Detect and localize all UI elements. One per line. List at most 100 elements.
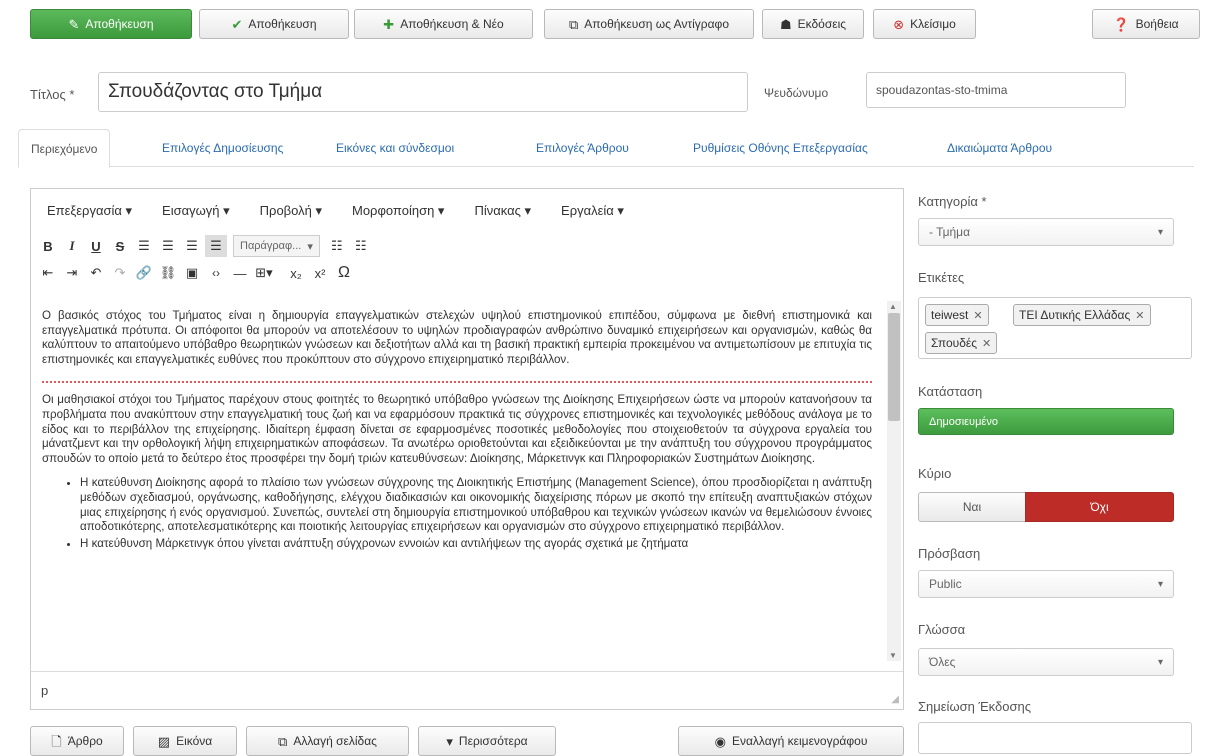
help-label: Βοήθεια: [1135, 17, 1179, 31]
special-character-icon[interactable]: Ω: [333, 262, 355, 284]
file-icon: 🗋: [51, 733, 62, 749]
title-input[interactable]: Σπουδάζοντας στο Τμήμα: [98, 72, 748, 112]
tags-field[interactable]: teiwest ✕ ΤΕΙ Δυτικής Ελλάδας ✕ Σπουδές ✕: [918, 297, 1192, 359]
language-value: Όλες: [929, 655, 956, 669]
remove-tag-icon[interactable]: ✕: [1135, 309, 1144, 322]
redo-icon[interactable]: ↷: [109, 262, 131, 284]
content-list: Η κατεύθυνση Διοίκησης αφορά το πλαίσιο …: [42, 476, 872, 551]
align-center-icon[interactable]: ☰: [157, 235, 179, 257]
image-icon[interactable]: ▣: [181, 262, 203, 284]
status-value: Δημοσιευμένο: [929, 415, 998, 428]
tab-article-options-label: Επιλογές Άρθρου: [536, 141, 629, 155]
save-edit-label: Αποθήκευση: [85, 17, 154, 31]
align-right-icon[interactable]: ☰: [181, 235, 203, 257]
tab-content[interactable]: Περιεχόμενο: [18, 129, 111, 168]
format-select[interactable]: Παράγραφ... ▾: [233, 235, 320, 257]
save-edit-button[interactable]: ✎ Αποθήκευση: [30, 9, 192, 39]
tab-permissions[interactable]: Δικαιώματα Άρθρου: [935, 129, 1064, 167]
versions-button[interactable]: ☗ Εκδόσεις: [762, 9, 864, 39]
tab-bar: Περιεχόμενο Επιλογές Δημοσίευσης Εικόνες…: [18, 129, 1194, 168]
tab-images-links[interactable]: Εικόνες και σύνδεσμοι: [324, 129, 466, 167]
subscript-icon[interactable]: x₂: [285, 262, 307, 284]
underline-icon[interactable]: U: [85, 235, 107, 257]
eye-icon: ◉: [714, 733, 726, 749]
alias-input[interactable]: spoudazontas-sto-tmima: [866, 72, 1126, 108]
indent-icon[interactable]: ⇥: [61, 262, 83, 284]
menu-view[interactable]: Προβολή ▾: [260, 203, 322, 219]
save-new-button[interactable]: ✚ Αποθήκευση & Νέο: [354, 9, 533, 39]
tab-publishing[interactable]: Επιλογές Δημοσίευσης: [150, 129, 295, 167]
editor-content[interactable]: Ο βασικός στόχος του Τμήματος είναι η δη…: [32, 299, 884, 659]
toggle-editor-button[interactable]: ◉ Εναλλαγή κειμενογράφου: [678, 726, 904, 756]
menu-format[interactable]: Μορφοποίηση ▾: [352, 203, 444, 219]
tag-chip[interactable]: ΤΕΙ Δυτικής Ελλάδας ✕: [1013, 304, 1151, 326]
editor-scrollbar[interactable]: ▲ ▼: [887, 301, 901, 661]
tab-article-options[interactable]: Επιλογές Άρθρου: [524, 129, 641, 167]
numbered-list-icon[interactable]: ☷: [350, 235, 372, 257]
access-select[interactable]: Public ▾: [918, 570, 1174, 598]
element-path[interactable]: p: [41, 683, 48, 698]
access-value: Public: [929, 577, 962, 591]
code-icon[interactable]: ‹›: [205, 262, 227, 284]
menu-tools[interactable]: Εργαλεία ▾: [561, 203, 624, 219]
status-label: Κατάσταση: [918, 384, 983, 399]
help-icon: ❓: [1113, 16, 1130, 32]
resize-handle-icon[interactable]: ◢: [891, 694, 899, 705]
featured-no-toggle[interactable]: Όχι: [1025, 492, 1174, 522]
align-left-icon[interactable]: ☰: [133, 235, 155, 257]
chevron-down-icon: ▾: [307, 240, 313, 253]
pagebreak-button[interactable]: ⧉ Αλλαγή σελίδας: [246, 726, 409, 756]
align-justify-icon[interactable]: ☰: [205, 235, 227, 257]
bullet-list-icon[interactable]: ☷: [326, 235, 348, 257]
undo-icon[interactable]: ↶: [85, 262, 107, 284]
more-button[interactable]: ▾ Περισσότερα: [418, 726, 556, 756]
title-value: Σπουδάζοντας στο Τμήμα: [108, 81, 323, 102]
tab-editing-screen[interactable]: Ρυθμίσεις Οθόνης Επεξεργασίας: [681, 129, 880, 167]
alias-value: spoudazontas-sto-tmima: [876, 83, 1008, 97]
version-note-label: Σημείωση Έκδοσης: [918, 699, 1031, 714]
menu-insert[interactable]: Εισαγωγή ▾: [162, 203, 230, 219]
unlink-icon[interactable]: ⛓: [157, 262, 179, 284]
status-select[interactable]: Δημοσιευμένο: [918, 408, 1174, 435]
tab-content-label: Περιεχόμενο: [31, 141, 98, 156]
scrollbar-thumb[interactable]: [888, 313, 900, 421]
insert-image-label: Εικόνα: [176, 734, 213, 748]
outdent-icon[interactable]: ⇤: [37, 262, 59, 284]
bold-icon[interactable]: B: [37, 235, 59, 257]
list-item: Η κατεύθυνση Διοίκησης αφορά το πλαίσιο …: [80, 476, 872, 534]
save-button[interactable]: ✔ Αποθήκευση: [199, 9, 349, 39]
copy-icon: ⧉: [569, 16, 579, 32]
language-select[interactable]: Όλες ▾: [918, 648, 1174, 676]
tag-label: Σπουδές: [931, 336, 978, 350]
help-button[interactable]: ❓ Βοήθεια: [1092, 9, 1200, 39]
menu-edit[interactable]: Επεξεργασία ▾: [47, 203, 132, 219]
insert-article-button[interactable]: 🗋 Άρθρο: [30, 726, 124, 756]
table-icon[interactable]: ⊞▾: [253, 262, 275, 284]
remove-tag-icon[interactable]: ✕: [973, 309, 982, 322]
tab-publishing-label: Επιλογές Δημοσίευσης: [162, 141, 284, 155]
strikethrough-icon[interactable]: S: [109, 235, 131, 257]
superscript-icon[interactable]: x²: [309, 262, 331, 284]
tag-label: ΤΕΙ Δυτικής Ελλάδας: [1019, 308, 1131, 322]
featured-no-label: Όχι: [1090, 500, 1109, 514]
picture-icon: ▨: [157, 733, 171, 749]
remove-tag-icon[interactable]: ✕: [982, 337, 991, 350]
insert-image-button[interactable]: ▨ Εικόνα: [133, 726, 237, 756]
chevron-down-icon: ▾: [1157, 226, 1163, 238]
horizontal-rule-icon[interactable]: —: [229, 262, 251, 284]
link-icon[interactable]: 🔗: [133, 262, 155, 284]
save-copy-button[interactable]: ⧉ Αποθήκευση ως Αντίγραφο: [544, 9, 754, 39]
scroll-down-icon[interactable]: ▼: [889, 651, 897, 660]
italic-icon[interactable]: I: [61, 235, 83, 257]
tags-label: Ετικέτες: [918, 270, 965, 285]
featured-yes-toggle[interactable]: Ναι: [918, 492, 1026, 522]
close-button[interactable]: ⊗ Κλείσιμο: [873, 9, 976, 39]
chevron-down-icon: ▾: [1157, 656, 1163, 668]
category-select[interactable]: - Τμήμα ▾: [918, 218, 1174, 246]
menu-table[interactable]: Πίνακας ▾: [474, 203, 531, 219]
version-note-input[interactable]: [918, 722, 1192, 754]
tag-chip[interactable]: teiwest ✕: [925, 304, 989, 326]
tag-chip[interactable]: Σπουδές ✕: [925, 332, 998, 354]
scroll-up-icon[interactable]: ▲: [889, 302, 897, 311]
more-label: Περισσότερα: [458, 734, 528, 748]
